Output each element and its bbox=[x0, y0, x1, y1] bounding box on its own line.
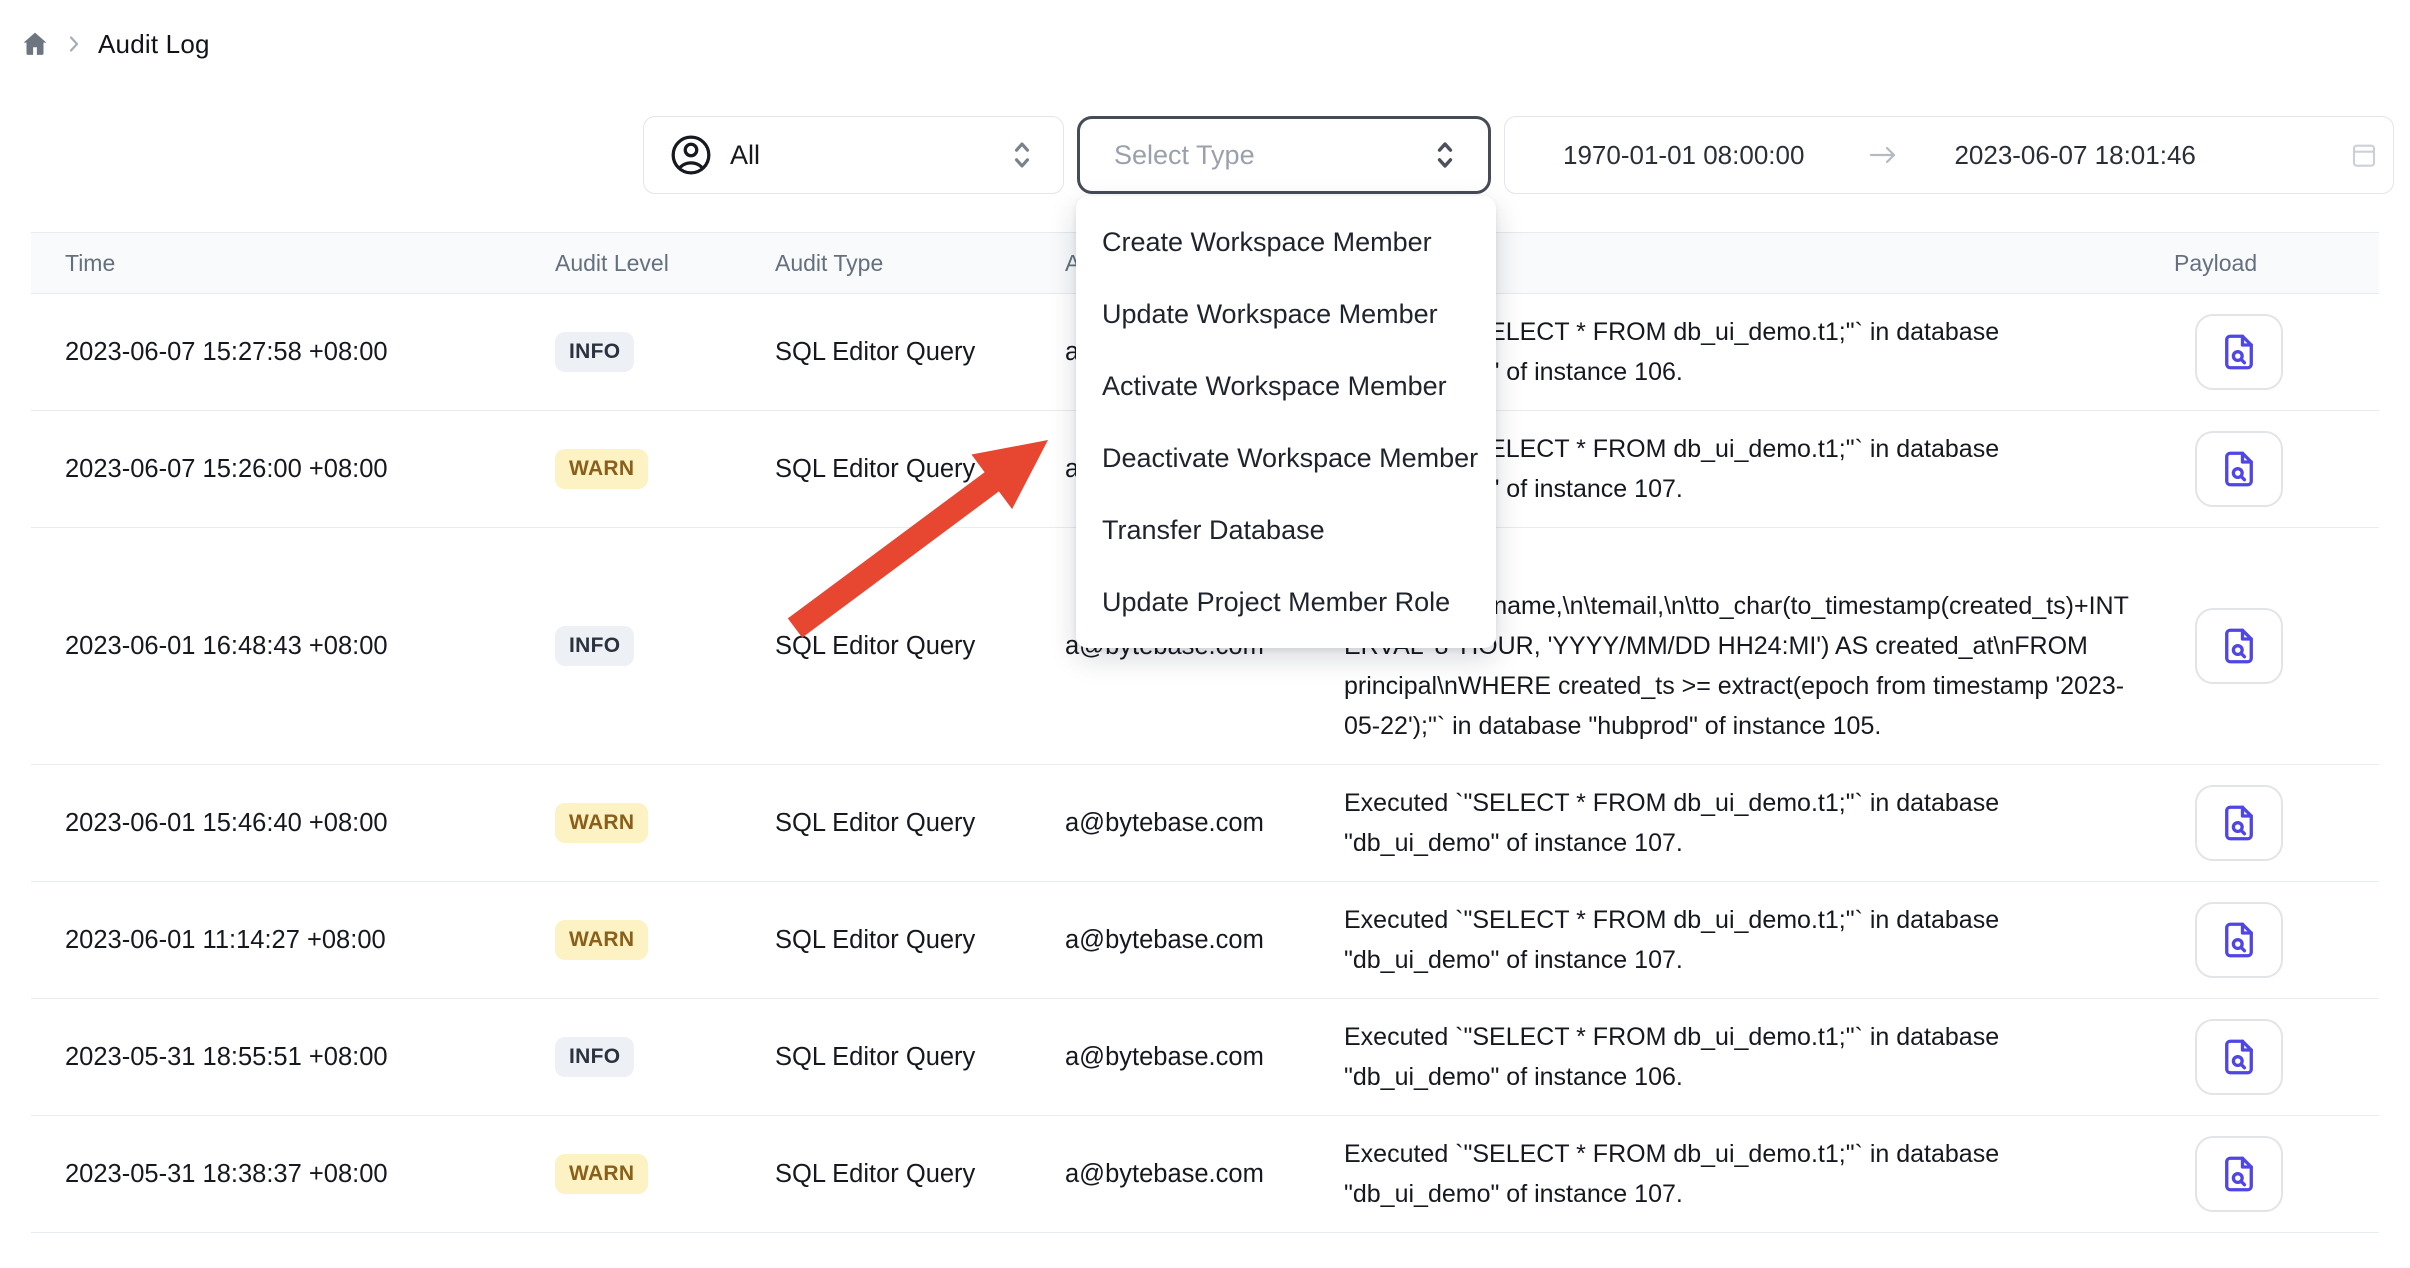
actor-filter-value: All bbox=[730, 140, 760, 171]
calendar-icon bbox=[2349, 140, 2379, 170]
cell-audit-type: SQL Editor Query bbox=[741, 632, 1031, 661]
file-search-icon bbox=[2218, 625, 2260, 667]
cell-audit-level: WARN bbox=[521, 920, 741, 960]
cell-time: 2023-05-31 18:55:51 +08:00 bbox=[31, 1043, 521, 1072]
audit-log-page: Audit Log All Select Type 1970-01-01 08:… bbox=[0, 0, 2410, 1268]
arrow-right-icon bbox=[1868, 143, 1898, 167]
file-search-icon bbox=[2218, 1153, 2260, 1195]
header-audit-level: Audit Level bbox=[521, 250, 741, 277]
audit-level-badge: INFO bbox=[555, 1037, 634, 1077]
view-payload-button[interactable] bbox=[2195, 431, 2283, 507]
type-option[interactable]: Transfer Database bbox=[1076, 494, 1496, 566]
type-filter-placeholder: Select Type bbox=[1114, 140, 1255, 171]
file-search-icon bbox=[2218, 448, 2260, 490]
audit-level-badge: WARN bbox=[555, 1154, 648, 1194]
type-option[interactable]: Activate Workspace Member bbox=[1076, 350, 1496, 422]
breadcrumb: Audit Log bbox=[20, 24, 210, 64]
cell-audit-type: SQL Editor Query bbox=[741, 338, 1031, 367]
view-payload-button[interactable] bbox=[2195, 1136, 2283, 1212]
header-payload: Payload bbox=[2161, 250, 2379, 277]
file-search-icon bbox=[2218, 919, 2260, 961]
type-option[interactable]: Deactivate Workspace Member bbox=[1076, 422, 1496, 494]
type-option[interactable]: Update Workspace Member bbox=[1076, 278, 1496, 350]
cell-audit-type: SQL Editor Query bbox=[741, 1043, 1031, 1072]
file-search-icon bbox=[2218, 331, 2260, 373]
cell-payload bbox=[2161, 608, 2379, 684]
table-row: 2023-05-31 18:38:37 +08:00 WARN SQL Edit… bbox=[31, 1116, 2379, 1233]
view-payload-button[interactable] bbox=[2195, 314, 2283, 390]
table-row: 2023-06-01 15:46:40 +08:00 WARN SQL Edit… bbox=[31, 765, 2379, 882]
cell-actor: a@bytebase.com bbox=[1031, 809, 1313, 838]
header-audit-type: Audit Type bbox=[741, 250, 1031, 277]
cell-time: 2023-06-07 15:26:00 +08:00 bbox=[31, 455, 521, 484]
chevron-right-icon bbox=[64, 32, 84, 56]
cell-comment: Executed `"SELECT * FROM db_ui_demo.t1;"… bbox=[1313, 882, 2161, 998]
type-option[interactable]: Create Workspace Member bbox=[1076, 206, 1496, 278]
audit-level-badge: WARN bbox=[555, 803, 648, 843]
audit-level-badge: INFO bbox=[555, 332, 634, 372]
cell-audit-level: WARN bbox=[521, 803, 741, 843]
cell-time: 2023-06-07 15:27:58 +08:00 bbox=[31, 338, 521, 367]
table-row: 2023-05-31 18:55:51 +08:00 INFO SQL Edit… bbox=[31, 999, 2379, 1116]
cell-actor: a@bytebase.com bbox=[1031, 1043, 1313, 1072]
type-select-dropdown: Create Workspace MemberUpdate Workspace … bbox=[1076, 196, 1496, 648]
date-range-start[interactable]: 1970-01-01 08:00:00 bbox=[1563, 140, 1804, 171]
cell-payload bbox=[2161, 902, 2379, 978]
cell-audit-level: INFO bbox=[521, 332, 741, 372]
audit-level-badge: WARN bbox=[555, 449, 648, 489]
actor-filter-select[interactable]: All bbox=[643, 116, 1064, 194]
cell-audit-type: SQL Editor Query bbox=[741, 455, 1031, 484]
view-payload-button[interactable] bbox=[2195, 1019, 2283, 1095]
user-circle-icon bbox=[668, 132, 714, 178]
cell-audit-type: SQL Editor Query bbox=[741, 926, 1031, 955]
date-range-picker[interactable]: 1970-01-01 08:00:00 2023-06-07 18:01:46 bbox=[1504, 116, 2394, 194]
cell-time: 2023-05-31 18:38:37 +08:00 bbox=[31, 1160, 521, 1189]
cell-actor: a@bytebase.com bbox=[1031, 926, 1313, 955]
audit-level-badge: WARN bbox=[555, 920, 648, 960]
type-option[interactable]: Update Project Member Role bbox=[1076, 566, 1496, 638]
cell-payload bbox=[2161, 1136, 2379, 1212]
cell-audit-level: INFO bbox=[521, 1037, 741, 1077]
cell-payload bbox=[2161, 314, 2379, 390]
cell-payload bbox=[2161, 431, 2379, 507]
type-filter-select[interactable]: Select Type bbox=[1077, 116, 1491, 194]
cell-comment: Executed `"SELECT * FROM db_ui_demo.t1;"… bbox=[1313, 999, 2161, 1115]
date-range-end[interactable]: 2023-06-07 18:01:46 bbox=[1954, 140, 2195, 171]
cell-payload bbox=[2161, 1019, 2379, 1095]
cell-time: 2023-06-01 11:14:27 +08:00 bbox=[31, 926, 521, 955]
cell-audit-type: SQL Editor Query bbox=[741, 1160, 1031, 1189]
audit-level-badge: INFO bbox=[555, 626, 634, 666]
cell-comment: Executed `"SELECT * FROM db_ui_demo.t1;"… bbox=[1313, 1116, 2161, 1232]
table-row: 2023-06-01 11:14:27 +08:00 WARN SQL Edit… bbox=[31, 882, 2379, 999]
select-chevrons-icon bbox=[1430, 138, 1460, 172]
cell-audit-type: SQL Editor Query bbox=[741, 809, 1031, 838]
cell-actor: a@bytebase.com bbox=[1031, 1160, 1313, 1189]
cell-audit-level: WARN bbox=[521, 449, 741, 489]
cell-time: 2023-06-01 15:46:40 +08:00 bbox=[31, 809, 521, 838]
select-chevrons-icon bbox=[1007, 138, 1037, 172]
header-time: Time bbox=[31, 250, 521, 277]
view-payload-button[interactable] bbox=[2195, 785, 2283, 861]
view-payload-button[interactable] bbox=[2195, 608, 2283, 684]
cell-audit-level: INFO bbox=[521, 626, 741, 666]
cell-time: 2023-06-01 16:48:43 +08:00 bbox=[31, 632, 521, 661]
view-payload-button[interactable] bbox=[2195, 902, 2283, 978]
cell-audit-level: WARN bbox=[521, 1154, 741, 1194]
page-title: Audit Log bbox=[98, 29, 210, 60]
file-search-icon bbox=[2218, 802, 2260, 844]
cell-comment: Executed `"SELECT * FROM db_ui_demo.t1;"… bbox=[1313, 765, 2161, 881]
file-search-icon bbox=[2218, 1036, 2260, 1078]
cell-payload bbox=[2161, 785, 2379, 861]
home-icon[interactable] bbox=[20, 29, 50, 59]
